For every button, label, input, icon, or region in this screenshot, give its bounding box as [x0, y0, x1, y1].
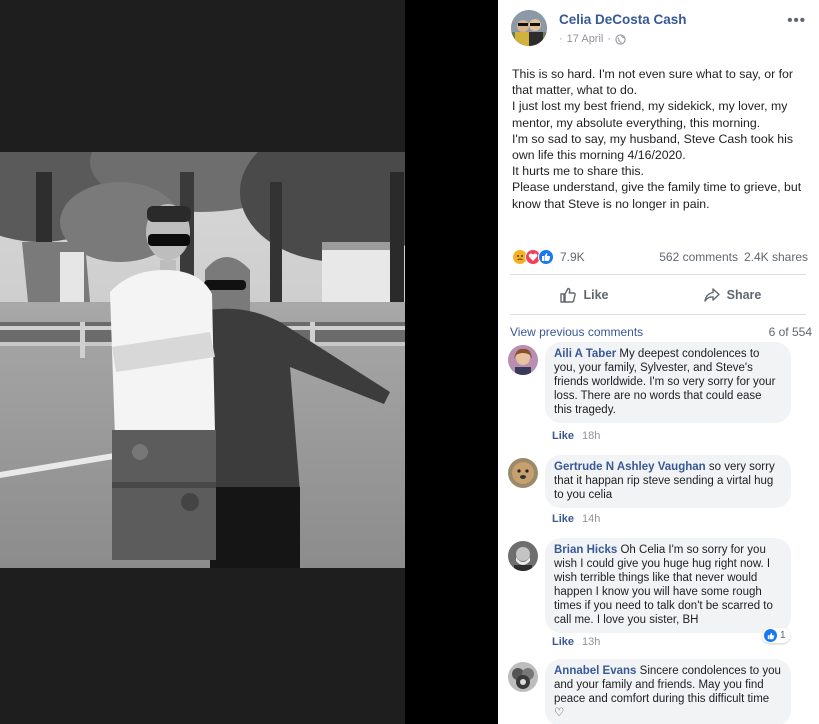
photo-viewer: [0, 0, 498, 724]
commenter-avatar[interactable]: [508, 662, 538, 692]
reactions-row: 7.9K 562 comments 2.4K shares: [512, 247, 808, 267]
comment-bubble: Brian Hicks Oh Celia I'm so sorry for yo…: [545, 538, 791, 633]
post-panel: Celia DeCosta Cash · 17 April · ••• This…: [498, 0, 819, 724]
author-avatar[interactable]: [511, 10, 547, 46]
post-action-bar: Like Share: [510, 280, 806, 310]
comment-actions: Like 14h: [552, 513, 600, 525]
photo-edge-shadow: [405, 0, 498, 724]
comment-text: Oh Celia I'm so sorry for you wish I cou…: [554, 544, 773, 626]
post-text-line: This is so hard. I'm not even sure what …: [512, 67, 793, 98]
share-icon: [703, 288, 720, 302]
comment-counter: 6 of 554: [768, 325, 812, 339]
comment-time[interactable]: 13h: [582, 636, 600, 648]
commenter-name[interactable]: Brian Hicks: [554, 544, 617, 556]
post-date[interactable]: 17 April: [567, 33, 604, 45]
comment-actions: Like 13h: [552, 636, 600, 648]
post-meta: · 17 April ·: [559, 33, 626, 45]
more-options-icon[interactable]: •••: [787, 12, 806, 29]
commenter-name[interactable]: Aili A Taber: [554, 348, 616, 360]
author-name[interactable]: Celia DeCosta Cash: [559, 12, 687, 27]
comment-bubble: Aili A Taber My deepest condolences to y…: [545, 342, 791, 423]
like-thumb-icon: [538, 249, 554, 265]
post-photo[interactable]: [0, 152, 405, 568]
reaction-count[interactable]: 7.9K: [560, 250, 585, 264]
commenter-avatar[interactable]: [508, 458, 538, 488]
comment-reaction-count: 1: [780, 630, 786, 641]
like-label: Like: [583, 288, 609, 302]
comments-count[interactable]: 562 comments: [659, 250, 738, 264]
like-icon: [560, 287, 577, 303]
globe-icon: [615, 33, 626, 45]
post-text-line: I just lost my best friend, my sidekick,…: [512, 99, 788, 130]
divider: [510, 274, 806, 275]
like-thumb-icon: [764, 629, 777, 642]
shares-count[interactable]: 2.4K shares: [744, 250, 808, 264]
comment-bubble: Annabel Evans Sincere condolences to you…: [545, 659, 791, 724]
commenter-name[interactable]: Annabel Evans: [554, 665, 636, 677]
comment-bubble: Gertrude N Ashley Vaughan so very sorry …: [545, 455, 791, 508]
commenter-avatar[interactable]: [508, 541, 538, 571]
comment-like-link[interactable]: Like: [552, 430, 574, 442]
comments-header: View previous comments 6 of 554: [510, 325, 812, 339]
like-button[interactable]: Like: [510, 280, 658, 310]
engagement-stats: 562 comments 2.4K shares: [659, 250, 808, 264]
comment-reaction-badge[interactable]: 1: [762, 628, 790, 643]
post-text-line: I'm so sad to say, my husband, Steve Cas…: [512, 131, 793, 163]
post-header: Celia DeCosta Cash · 17 April · •••: [498, 0, 819, 56]
comment-like-link[interactable]: Like: [552, 513, 574, 525]
separator: ·: [607, 33, 612, 45]
divider: [510, 314, 806, 315]
commenter-name[interactable]: Gertrude N Ashley Vaughan: [554, 461, 706, 473]
view-previous-comments-link[interactable]: View previous comments: [510, 325, 643, 339]
comment-time[interactable]: 18h: [582, 430, 600, 442]
post-text: This is so hard. I'm not even sure what …: [512, 66, 812, 212]
post-text-line: It hurts me to share this.: [512, 164, 644, 179]
comments-section: View previous comments 6 of 554 Aili A T…: [498, 316, 819, 724]
comment-time[interactable]: 14h: [582, 513, 600, 525]
post-text-line: Please understand, give the family time …: [512, 180, 802, 211]
post-date-separator: ·: [559, 33, 563, 45]
share-label: Share: [726, 288, 762, 302]
commenter-avatar[interactable]: [508, 345, 538, 375]
reaction-icons[interactable]: [512, 249, 554, 265]
comment-like-link[interactable]: Like: [552, 636, 574, 648]
share-button[interactable]: Share: [658, 280, 806, 310]
comment-actions: Like 18h: [552, 430, 600, 442]
